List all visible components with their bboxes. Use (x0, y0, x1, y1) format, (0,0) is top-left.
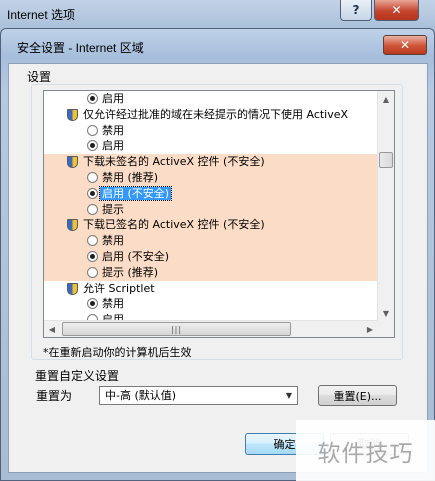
horizontal-scrollbar[interactable]: ◀ ||| ▶ (44, 320, 379, 337)
outer-window-title: Internet 选项 (7, 8, 76, 22)
setting-option[interactable]: 启用 (44, 138, 378, 154)
grip-icon: ||| (170, 324, 183, 334)
setting-category-label: 仅允许经过批准的域在未经提示的情况下使用 ActiveX (83, 107, 349, 121)
dialog-close-button[interactable]: ✕ (383, 35, 427, 55)
security-level-value: 中-高 (默认值) (105, 389, 177, 402)
radio-button[interactable] (87, 266, 98, 278)
shield-icon (67, 108, 78, 121)
setting-option[interactable]: 启用 (不安全) (44, 185, 378, 202)
settings-list: 启用 仅允许经过批准的域在未经提示的情况下使用 ActiveX 禁用 启用 下载未签名的… (44, 91, 378, 328)
radio-button[interactable] (87, 298, 98, 310)
radio-button[interactable] (87, 203, 98, 215)
radio-button[interactable] (87, 235, 98, 247)
setting-option[interactable]: 提示 (44, 201, 378, 218)
outer-close-button[interactable]: ✕ (374, 0, 419, 21)
setting-option-label: 启用 (102, 92, 124, 105)
setting-option[interactable]: 启用 (44, 91, 378, 107)
setting-option[interactable]: 提示 (推荐) (44, 264, 378, 281)
chevron-down-icon: ▼ (285, 391, 293, 400)
setting-option-label: 提示 (推荐) (102, 265, 159, 279)
setting-option-label: 禁用 (102, 234, 124, 248)
restart-note: *在重新启动你的计算机后生效 (43, 346, 192, 359)
setting-category: 允许 Scriptlet (44, 281, 378, 297)
horizontal-scroll-thumb[interactable]: ||| (62, 322, 291, 336)
radio-button[interactable] (87, 171, 98, 183)
setting-option[interactable]: 禁用 (44, 233, 378, 249)
reset-group-label: 重置自定义设置 (35, 369, 120, 383)
radio-button[interactable] (87, 124, 98, 136)
radio-button[interactable] (87, 93, 98, 104)
reset-to-label: 重置为 (36, 389, 73, 403)
arrow-right-icon: ▶ (366, 325, 374, 334)
watermark: 软件技巧 (296, 420, 435, 481)
close-icon: ✕ (391, 3, 402, 17)
vertical-scroll-thumb[interactable] (379, 152, 393, 168)
shield-icon (67, 282, 78, 295)
setting-option-label: 禁用 (102, 297, 124, 311)
setting-option[interactable]: 启用 (不安全) (44, 248, 378, 265)
setting-option-label: 提示 (102, 202, 124, 216)
dialog-title: 安全设置 - Internet 区域 (17, 41, 144, 55)
radio-button[interactable] (87, 250, 98, 262)
setting-option-label: 启用 (102, 139, 124, 153)
security-level-dropdown[interactable]: 中-高 (默认值) ▼ (99, 386, 298, 405)
arrow-up-icon: ▲ (382, 95, 390, 104)
scroll-right-button[interactable]: ▶ (362, 321, 378, 337)
help-icon: ? (352, 3, 360, 17)
setting-option-label: 启用 (不安全) (98, 185, 173, 201)
scrollbar-corner (377, 320, 394, 337)
settings-listbox[interactable]: 启用 仅允许经过批准的域在未经提示的情况下使用 ActiveX 禁用 启用 下载未签名的… (43, 90, 395, 338)
shield-icon (67, 219, 78, 232)
setting-option-label: 禁用 (102, 123, 124, 137)
arrow-down-icon: ▼ (382, 309, 390, 318)
help-button[interactable]: ? (340, 0, 372, 21)
close-icon: ✕ (399, 38, 411, 52)
setting-category: 仅允许经过批准的域在未经提示的情况下使用 ActiveX (44, 107, 378, 123)
setting-option[interactable]: 禁用 (44, 296, 378, 312)
radio-button[interactable] (87, 140, 98, 152)
setting-category-label: 下载已签名的 ActiveX 控件 (不安全) (83, 218, 265, 232)
settings-group-label: 设置 (27, 70, 52, 84)
setting-category: 下载已签名的 ActiveX 控件 (不安全) (44, 217, 378, 234)
setting-category-label: 下载未签名的 ActiveX 控件 (不安全) (83, 155, 265, 169)
setting-category-label: 允许 Scriptlet (83, 281, 155, 295)
radio-button[interactable] (87, 187, 98, 199)
arrow-left-icon: ◀ (48, 325, 56, 334)
shield-icon (67, 156, 78, 169)
setting-option[interactable]: 禁用 (推荐) (44, 169, 378, 186)
scroll-left-button[interactable]: ◀ (44, 321, 60, 337)
setting-category: 下载未签名的 ActiveX 控件 (不安全) (44, 154, 378, 170)
setting-option-label: 启用 (不安全) (102, 249, 170, 263)
setting-option[interactable]: 禁用 (44, 123, 378, 139)
reset-button[interactable]: 重置(E)... (318, 385, 397, 406)
vertical-scrollbar[interactable]: ▲ ▼ (377, 91, 394, 322)
setting-option-label: 禁用 (推荐) (102, 170, 159, 184)
scroll-up-button[interactable]: ▲ (378, 91, 394, 108)
